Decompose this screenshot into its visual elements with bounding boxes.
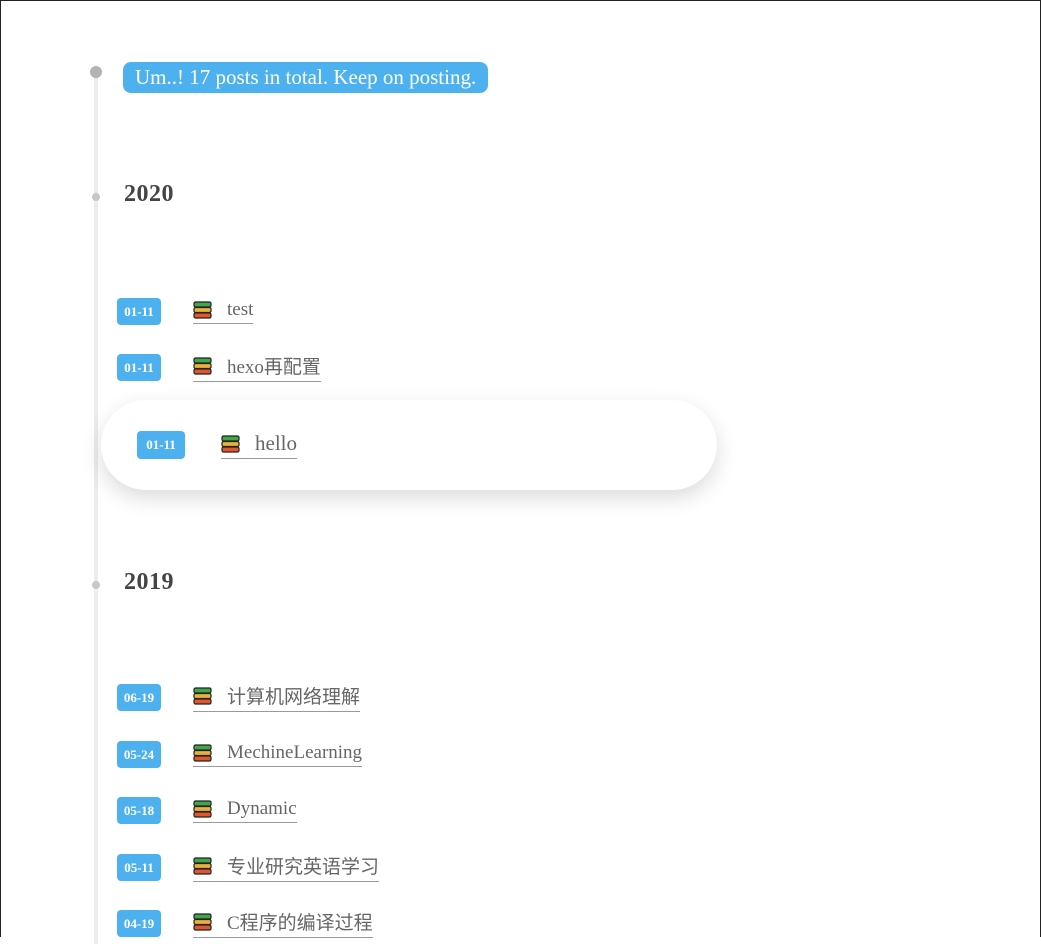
- year-dot-2019: [92, 581, 100, 589]
- date-badge: 01-11: [117, 353, 161, 381]
- post-link[interactable]: test: [193, 298, 254, 324]
- post-link[interactable]: hexo再配置: [193, 352, 321, 382]
- post-count-badge: Um..! 17 posts in total. Keep on posting…: [123, 62, 489, 93]
- archive-post[interactable]: 05-18 Dynamic: [117, 796, 297, 824]
- date-badge: 05-11: [117, 853, 161, 881]
- archive-post[interactable]: 01-11 test: [117, 297, 254, 325]
- post-title: Dynamic: [227, 797, 297, 819]
- books-icon: [193, 799, 212, 818]
- post-title: 专业研究英语学习: [227, 857, 380, 878]
- post-link[interactable]: C程序的编译过程: [193, 908, 373, 938]
- date-badge: 04-19: [117, 909, 161, 937]
- post-title: test: [227, 298, 254, 320]
- archive-post[interactable]: 04-19 C程序的编译过程: [117, 908, 373, 938]
- post-title: hexo再配置: [227, 357, 321, 378]
- archive-post[interactable]: 06-19 计算机网络理解: [117, 682, 361, 712]
- post-title: hello: [255, 431, 297, 455]
- date-badge: 01-11: [117, 297, 161, 325]
- books-icon: [193, 856, 212, 875]
- books-icon: [193, 356, 212, 375]
- archive-post-hovered[interactable]: 01-11 hello: [101, 400, 717, 490]
- books-icon: [193, 743, 212, 762]
- year-dot-2020: [92, 193, 100, 201]
- timeline-line: [94, 74, 98, 944]
- post-link[interactable]: 计算机网络理解: [193, 682, 361, 712]
- archive-post[interactable]: 05-11 专业研究英语学习: [117, 852, 380, 882]
- archive-post[interactable]: 05-24 MechineLearning: [117, 740, 363, 768]
- books-icon: [221, 434, 240, 453]
- post-title: C程序的编译过程: [227, 913, 373, 934]
- post-link[interactable]: Dynamic: [193, 798, 297, 823]
- date-badge: 01-11: [137, 431, 185, 459]
- date-badge: 06-19: [117, 683, 161, 711]
- date-badge: 05-18: [117, 796, 161, 824]
- post-title: 计算机网络理解: [227, 687, 361, 708]
- timeline-start-dot: [90, 66, 102, 78]
- post-title: MechineLearning: [227, 741, 363, 763]
- date-badge: 05-24: [117, 740, 161, 768]
- archive-post[interactable]: 01-11 hexo再配置: [117, 352, 321, 382]
- post-link[interactable]: 专业研究英语学习: [193, 852, 380, 882]
- post-link[interactable]: hello: [221, 431, 297, 459]
- books-icon: [193, 912, 212, 931]
- year-heading-2019: 2019: [124, 569, 174, 595]
- books-icon: [193, 686, 212, 705]
- post-link[interactable]: MechineLearning: [193, 741, 363, 767]
- books-icon: [193, 300, 212, 319]
- year-heading-2020: 2020: [124, 181, 174, 207]
